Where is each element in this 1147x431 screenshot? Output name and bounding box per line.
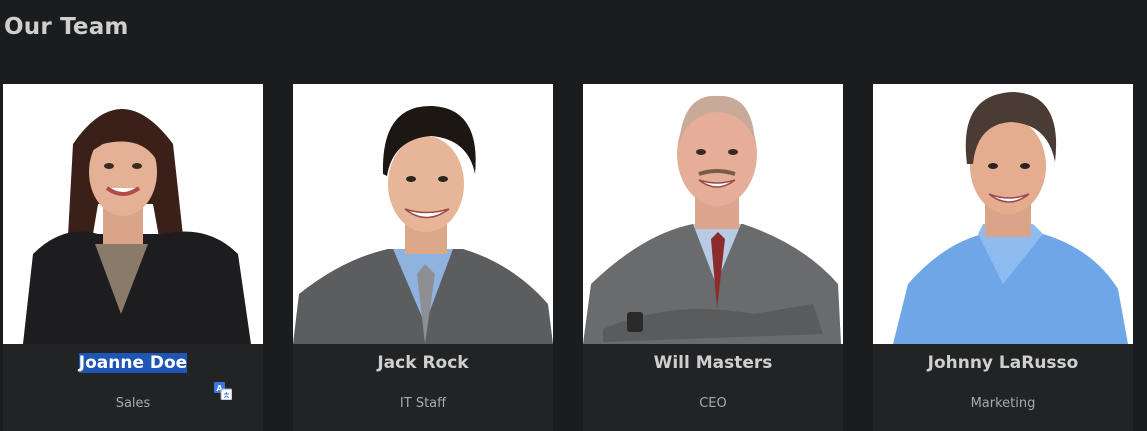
member-role: CEO xyxy=(699,396,727,411)
section-title: Our Team xyxy=(4,14,129,40)
member-name-text: Joanne Doe xyxy=(78,353,188,373)
member-photo xyxy=(293,84,553,344)
member-name: Johnny LaRusso xyxy=(927,353,1079,373)
member-name: Will Masters xyxy=(653,353,773,373)
team-member-card: Jack Rock IT Staff xyxy=(293,84,553,431)
member-role: Marketing xyxy=(970,396,1036,411)
member-photo xyxy=(873,84,1133,344)
member-role: Sales xyxy=(115,396,151,411)
team-member-card: Johnny LaRusso Marketing xyxy=(873,84,1133,431)
member-photo xyxy=(583,84,843,344)
member-name: Jack Rock xyxy=(377,353,469,373)
team-member-card: Joanne Doe A Sales xyxy=(3,84,263,431)
team-grid: Joanne Doe A Sales Jack Rock IT Staff Wi… xyxy=(3,84,1147,431)
member-photo xyxy=(3,84,263,344)
member-name: Joanne Doe xyxy=(3,353,263,373)
team-member-card: Will Masters CEO xyxy=(583,84,843,431)
member-role: IT Staff xyxy=(399,396,447,411)
